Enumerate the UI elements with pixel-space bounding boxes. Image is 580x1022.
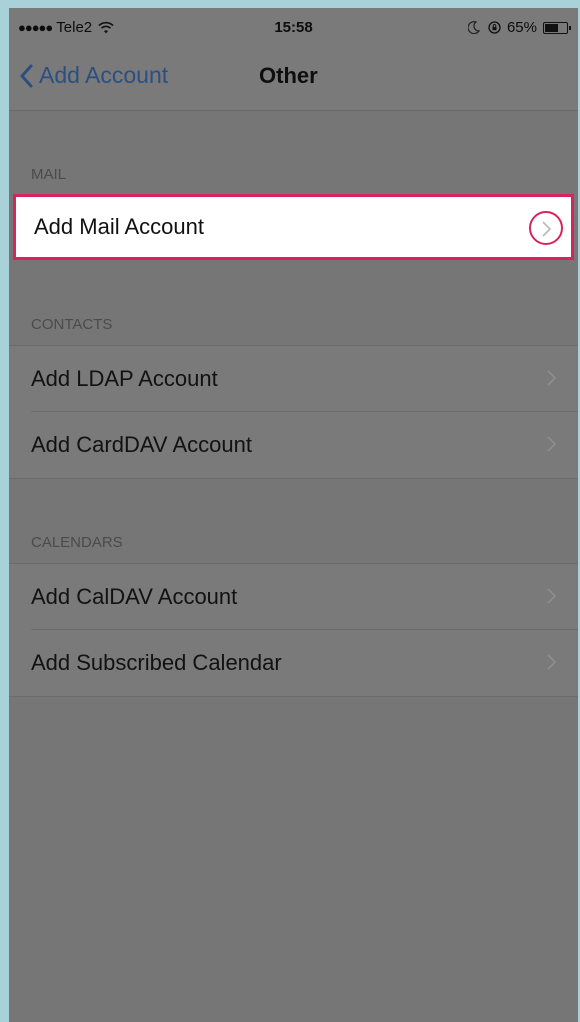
divider xyxy=(9,478,578,479)
screen: ●●●●● Tele2 15:58 65% Add Account Other … xyxy=(9,8,578,1022)
row-label: Add LDAP Account xyxy=(31,366,218,391)
add-subscribed-calendar-row[interactable]: Add Subscribed Calendar xyxy=(9,630,578,696)
rotation-lock-icon xyxy=(488,21,501,34)
battery-icon xyxy=(543,21,571,34)
nav-bar: Add Account Other xyxy=(9,48,578,111)
moon-icon xyxy=(467,21,480,34)
chevron-right-icon xyxy=(547,654,556,670)
add-mail-account-row[interactable]: Add Mail Account xyxy=(13,194,574,260)
back-chevron-icon xyxy=(20,64,33,87)
page-title: Other xyxy=(259,63,318,88)
section-header-calendars: CALENDARS xyxy=(31,534,123,551)
chevron-right-icon xyxy=(547,436,556,452)
row-label: Add Subscribed Calendar xyxy=(31,650,282,675)
chevron-right-icon xyxy=(542,221,551,237)
add-carddav-account-row[interactable]: Add CardDAV Account xyxy=(9,412,578,478)
row-label: Add Mail Account xyxy=(34,214,204,239)
status-bar: ●●●●● Tele2 15:58 65% xyxy=(9,8,578,48)
device-frame: ●●●●● Tele2 15:58 65% Add Account Other … xyxy=(0,0,580,1022)
chevron-right-icon xyxy=(547,370,556,386)
section-header-mail: MAIL xyxy=(31,166,67,183)
add-ldap-account-row[interactable]: Add LDAP Account xyxy=(9,346,578,412)
divider xyxy=(9,696,578,697)
back-button-label: Add Account xyxy=(39,62,169,88)
highlight-circle xyxy=(529,211,563,245)
chevron-right-icon xyxy=(547,588,556,604)
section-header-contacts: CONTACTS xyxy=(31,316,113,333)
row-label: Add CardDAV Account xyxy=(31,432,252,457)
row-label: Add CalDAV Account xyxy=(31,584,238,609)
status-right: 65% xyxy=(467,19,571,36)
back-button[interactable]: Add Account xyxy=(19,62,168,89)
add-caldav-account-row[interactable]: Add CalDAV Account xyxy=(9,564,578,630)
battery-percent: 65% xyxy=(506,19,537,36)
